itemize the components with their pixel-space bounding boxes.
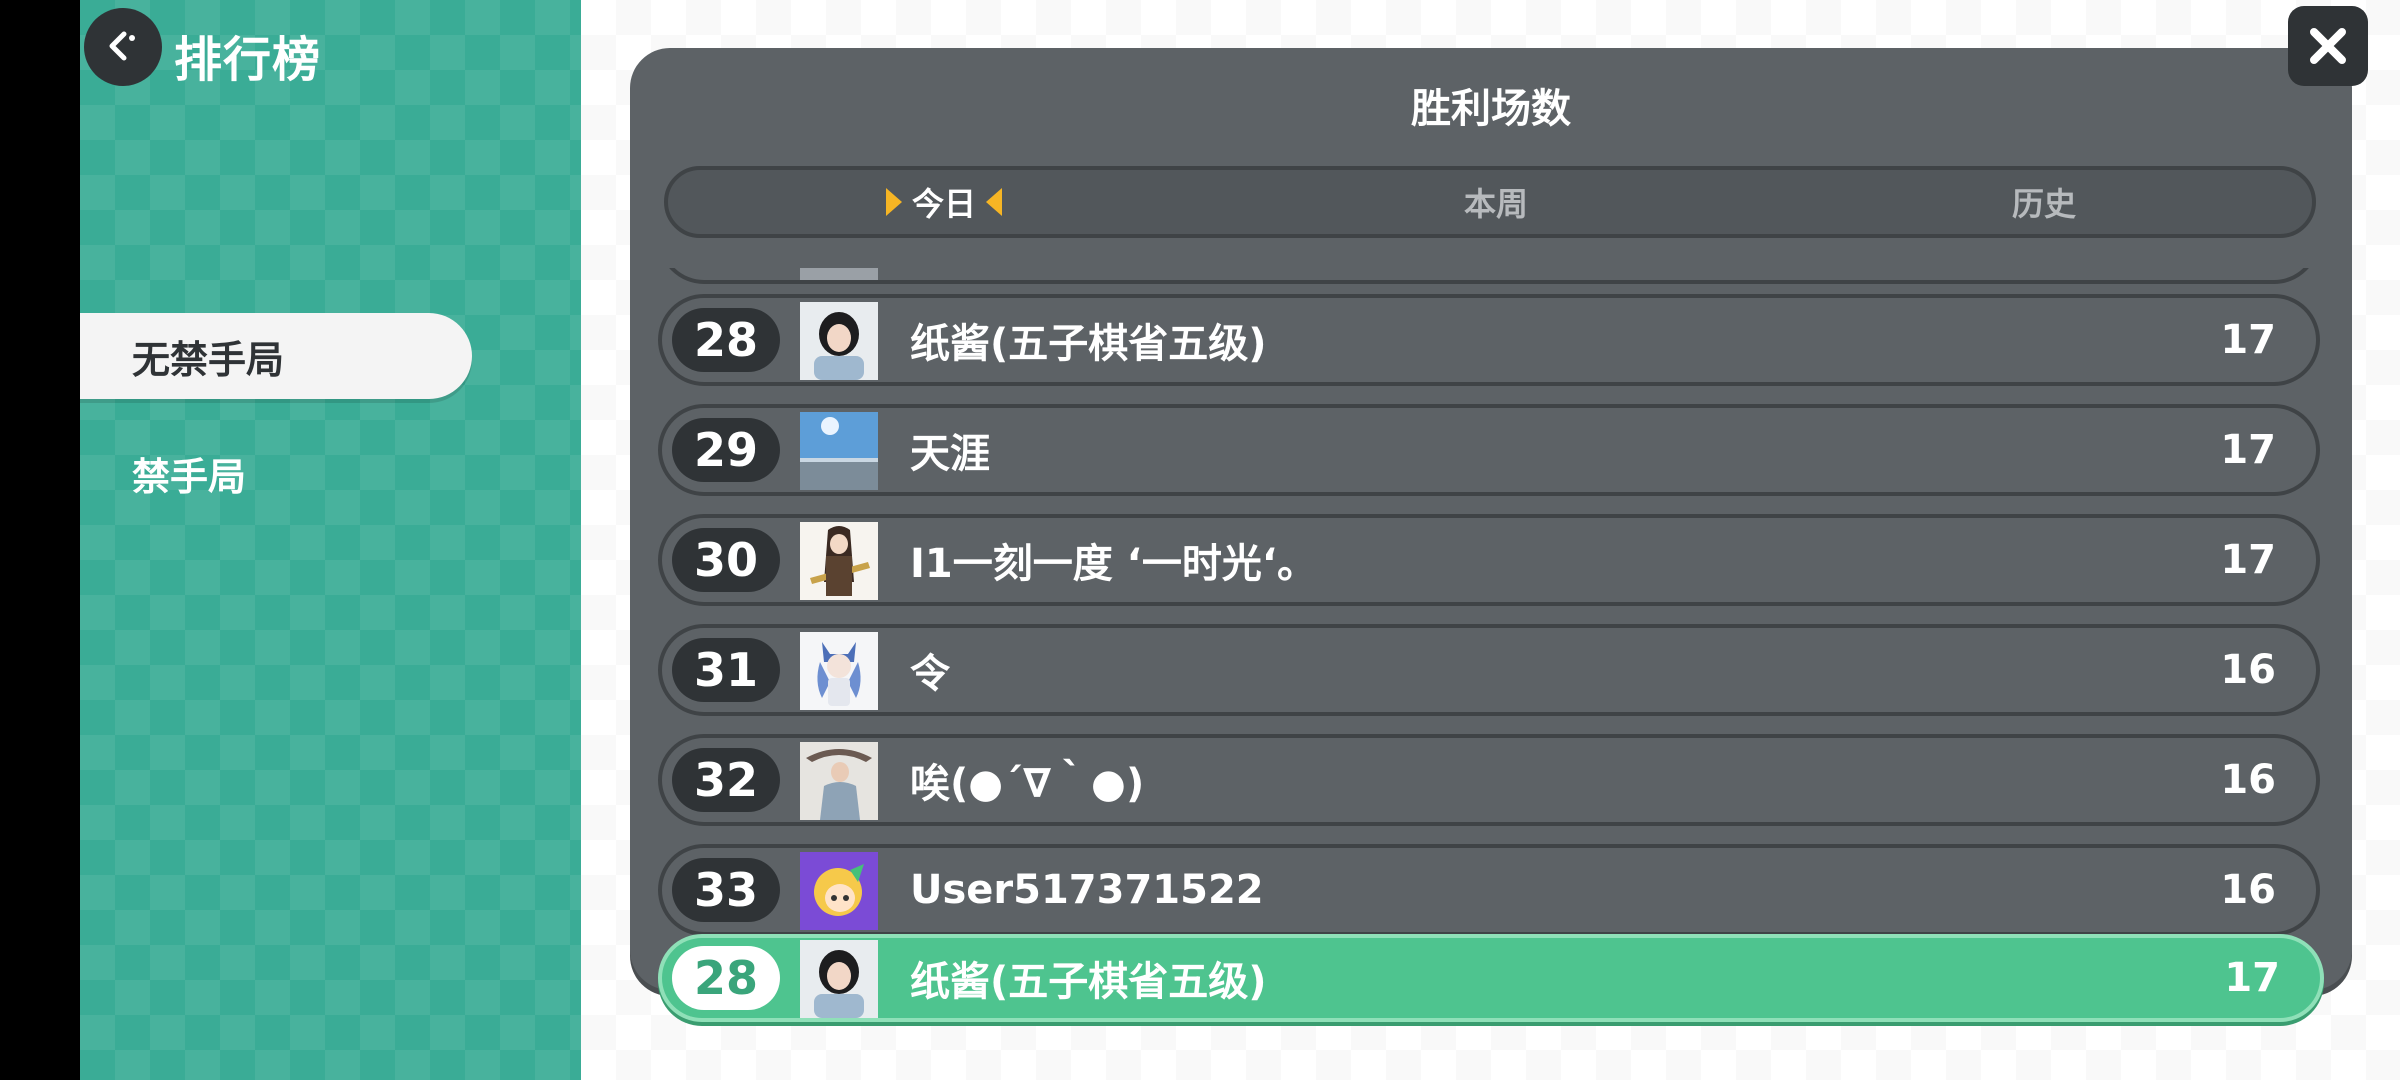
sidebar-item-forbidden[interactable]: 禁手局: [80, 430, 472, 516]
tab-marker-left-icon: [986, 188, 1002, 216]
tab-week[interactable]: 本周: [1220, 170, 1772, 234]
player-name: User517371522: [910, 867, 1264, 913]
avatar: [800, 742, 878, 820]
tab-history[interactable]: 历史: [1772, 170, 2316, 234]
sidebar-item-label: 无禁手局: [132, 337, 285, 382]
table-row[interactable]: 32 唉(●´∇｀●) 16: [658, 734, 2320, 826]
tab-bar: 今日 本周 历史: [664, 166, 2316, 238]
avatar: [800, 268, 878, 280]
close-button[interactable]: [2288, 6, 2368, 86]
rank-badge: 28: [672, 946, 780, 1010]
win-count: 16: [2220, 647, 2276, 693]
win-count: 16: [2220, 757, 2276, 803]
table-row[interactable]: 30 I1一刻一度 ‘一时光‘。 17: [658, 514, 2320, 606]
tab-today[interactable]: 今日: [668, 170, 1220, 234]
panel-title: 胜利场数: [1411, 86, 1571, 132]
player-name: 唉(●´∇｀●): [910, 761, 1145, 807]
rank-badge: 28: [672, 308, 780, 372]
tab-marker-right-icon: [885, 188, 902, 216]
rank-badge: 33: [672, 858, 780, 922]
table-row[interactable]: [658, 268, 2320, 284]
avatar: [800, 412, 878, 490]
rank-badge: 31: [672, 638, 780, 702]
sidebar-item-no-forbidden[interactable]: 无禁手局: [80, 313, 472, 399]
win-count: 17: [2224, 955, 2280, 1001]
table-row[interactable]: 33 User517371522 16: [658, 844, 2320, 936]
page-title: 排行榜: [174, 32, 322, 88]
win-count: 17: [2220, 317, 2276, 363]
leaderboard-panel: 胜利场数 今日 本周 历史 28 纸酱(五子棋省五级) 17 29 天涯 17 …: [630, 48, 2352, 990]
rank-badge: 29: [672, 418, 780, 482]
player-name: 纸酱(五子棋省五级): [910, 959, 1267, 1005]
win-count: 16: [2220, 867, 2276, 913]
rank-badge: 30: [672, 528, 780, 592]
player-name: 令: [910, 651, 950, 697]
back-button[interactable]: [84, 8, 162, 86]
rank-badge: 32: [672, 748, 780, 812]
player-name: 纸酱(五子棋省五级): [910, 321, 1267, 367]
table-row[interactable]: 31 令 16: [658, 624, 2320, 716]
win-count: 17: [2220, 427, 2276, 473]
close-icon: [2310, 28, 2346, 64]
sidebar: [80, 0, 581, 1080]
sidebar-item-label: 禁手局: [132, 454, 247, 499]
leaderboard-list[interactable]: 28 纸酱(五子棋省五级) 17 29 天涯 17 30 I1一刻一度 ‘一时光…: [630, 268, 2352, 990]
table-row[interactable]: 28 纸酱(五子棋省五级) 17: [658, 294, 2320, 386]
avatar: [800, 522, 878, 600]
avatar: [800, 302, 878, 380]
tab-label: 今日: [911, 185, 976, 223]
back-arrow-icon: [109, 31, 135, 61]
avatar: [800, 852, 878, 930]
player-name: 天涯: [910, 431, 990, 477]
my-rank-row[interactable]: 28 纸酱(五子棋省五级) 17: [658, 934, 2324, 1022]
tab-label: 本周: [1463, 185, 1528, 223]
leaderboard-screen: 排行榜 无禁手局 禁手局 胜利场数 今日 本周 历史 28 纸酱(五子棋省五级)…: [0, 0, 2400, 1080]
player-name: I1一刻一度 ‘一时光‘。: [910, 541, 1318, 587]
avatar: [800, 632, 878, 710]
left-edge-bar: [0, 0, 80, 1080]
tab-label: 历史: [2011, 185, 2076, 223]
table-row[interactable]: 29 天涯 17: [658, 404, 2320, 496]
win-count: 17: [2220, 537, 2276, 583]
avatar: [800, 940, 878, 1018]
